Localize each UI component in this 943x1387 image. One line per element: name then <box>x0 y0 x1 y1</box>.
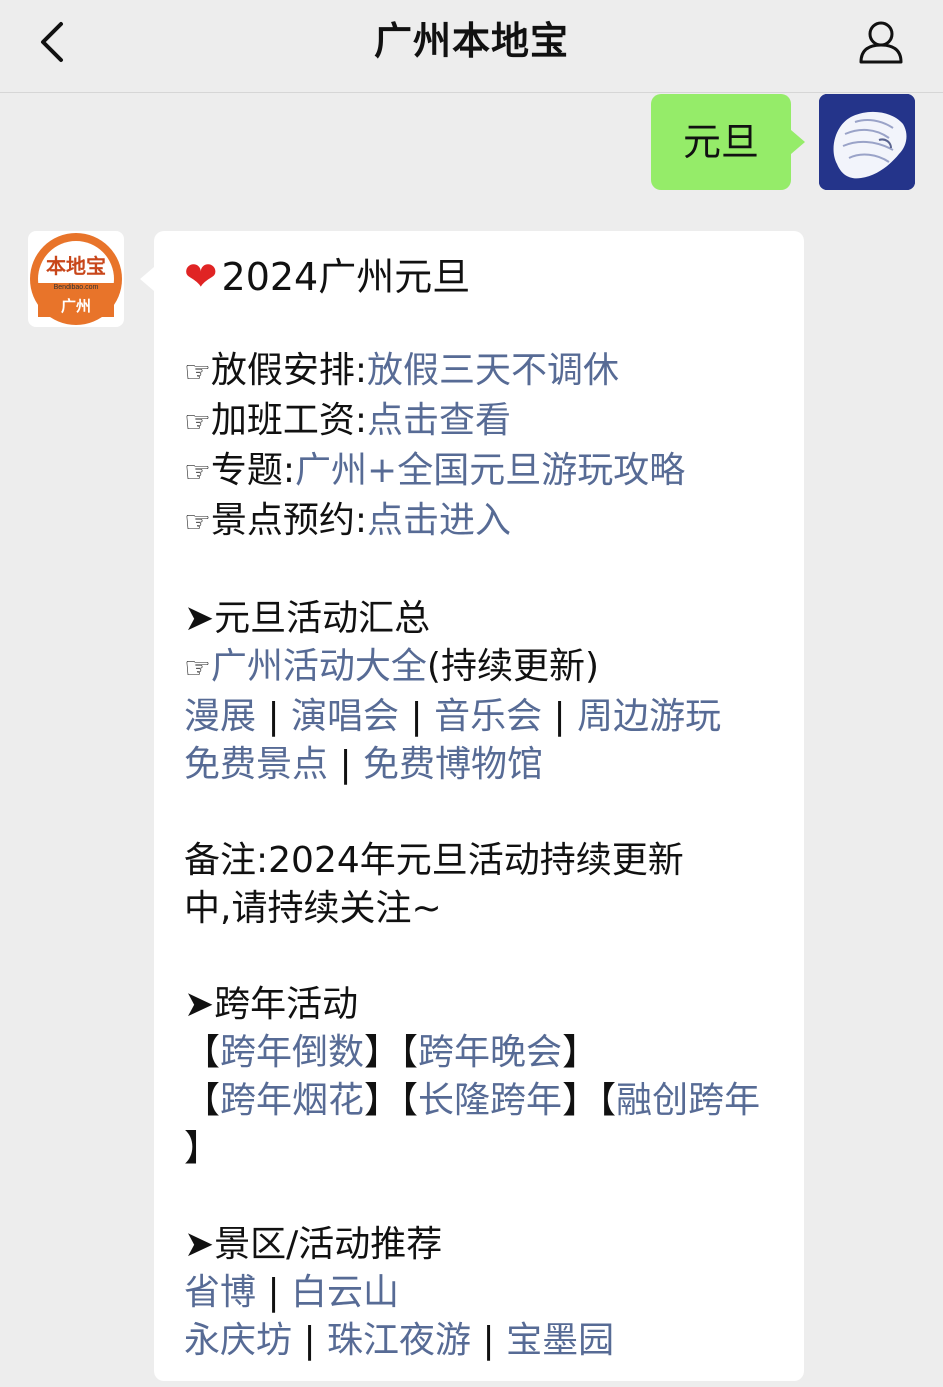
link-free-museums[interactable]: 免费博物馆 <box>363 744 543 785</box>
item-label: 专题: <box>210 450 296 491</box>
recommend-heading: ➤景区/活动推荐 <box>184 1221 784 1269</box>
note-line-2: 中,请持续关注~ <box>184 888 442 929</box>
user-avatar[interactable] <box>819 94 915 190</box>
arrow-icon: ➤ <box>184 1224 215 1265</box>
activities-line: ☞广州活动大全(持续更新) <box>184 643 784 693</box>
item-overtime: ☞加班工资:点击查看 <box>184 397 784 447</box>
chat-screen: 广州本地宝 元旦 本地宝 Bendibao.com 广州 ❤ 2024广州元旦 … <box>0 0 943 1387</box>
message-title: 2024广州元旦 <box>221 255 471 299</box>
link-provincial-museum[interactable]: 省博 <box>184 1272 256 1313</box>
link-chimelong[interactable]: 长隆跨年 <box>418 1080 562 1121</box>
link-fireworks[interactable]: 跨年烟花 <box>220 1080 364 1121</box>
link-free-attractions[interactable]: 免费景点 <box>184 744 328 785</box>
activity-links-row2: 免费景点 | 免费博物馆 <box>184 744 544 785</box>
link-music-concert[interactable]: 音乐会 <box>434 696 542 737</box>
user-avatar-image <box>819 94 915 190</box>
topic-link[interactable]: 广州+全国元旦游玩攻略 <box>295 450 685 491</box>
link-baiyun-mountain[interactable]: 白云山 <box>291 1272 399 1313</box>
item-topic: ☞专题:广州+全国元旦游玩攻略 <box>184 447 784 497</box>
newyear-tail: 】 <box>184 1128 221 1169</box>
pointing-hand-icon: ☞ <box>184 455 211 490</box>
activities-note: (持续更新) <box>426 646 600 687</box>
link-comic-expo[interactable]: 漫展 <box>184 696 256 737</box>
link-nearby-trips[interactable]: 周边游玩 <box>577 696 721 737</box>
heart-icon: ❤ <box>184 254 218 300</box>
newyear-heading: ➤跨年活动 <box>184 981 784 1029</box>
profile-button[interactable] <box>853 14 909 70</box>
newyear-heading-text: 跨年活动 <box>214 984 359 1025</box>
item-label: 景点预约: <box>210 500 368 541</box>
message-title-line: ❤ 2024广州元旦 <box>184 251 784 303</box>
official-account-avatar[interactable]: 本地宝 Bendibao.com 广州 <box>28 231 124 327</box>
nav-header: 广州本地宝 <box>0 0 943 93</box>
bendibao-logo: 本地宝 Bendibao.com 广州 <box>30 233 122 325</box>
link-countdown[interactable]: 跨年倒数 <box>220 1032 364 1073</box>
pointing-hand-icon: ☞ <box>184 405 211 440</box>
link-pearl-river-cruise[interactable]: 珠江夜游 <box>327 1320 471 1361</box>
person-icon <box>859 21 903 64</box>
recommend-heading-text: 景区/活动推荐 <box>214 1224 443 1265</box>
incoming-bubble: ❤ 2024广州元旦 ☞放假安排:放假三天不调休 ☞加班工资:点击查看 ☞专题:广… <box>140 231 804 1381</box>
newyear-links-row1: 【跨年倒数】【跨年晚会】 <box>184 1032 599 1073</box>
page-title: 广州本地宝 <box>373 19 569 63</box>
arrow-icon: ➤ <box>184 984 215 1025</box>
link-yongqingfang[interactable]: 永庆坊 <box>184 1320 292 1361</box>
link-concert[interactable]: 演唱会 <box>291 696 399 737</box>
note-line-1: 备注:2024年元旦活动持续更新 <box>184 840 684 881</box>
svg-text:本地宝: 本地宝 <box>46 254 106 278</box>
activity-links-row1: 漫展 | 演唱会 | 音乐会 | 周边游玩 <box>184 696 722 737</box>
recommend-links-row1: 省博 | 白云山 <box>184 1272 400 1313</box>
link-sunac[interactable]: 融创跨年 <box>616 1080 760 1121</box>
outgoing-message: 元旦 <box>650 94 915 190</box>
summary-heading: ➤元旦活动汇总 <box>184 595 784 643</box>
newyear-links-row2: 【跨年烟花】【长隆跨年】【融创跨年 <box>184 1080 761 1121</box>
arrow-icon: ➤ <box>184 598 215 639</box>
svg-text:广州: 广州 <box>61 297 91 315</box>
pointing-hand-icon: ☞ <box>184 355 211 390</box>
item-reservation: ☞景点预约:点击进入 <box>184 497 784 547</box>
item-label: 放假安排: <box>210 350 368 391</box>
item-label: 加班工资: <box>210 400 368 441</box>
outgoing-bubble[interactable]: 元旦 <box>650 94 806 190</box>
recommend-links-row2: 永庆坊 | 珠江夜游 | 宝墨园 <box>184 1320 615 1361</box>
link-gala[interactable]: 跨年晚会 <box>418 1032 562 1073</box>
holiday-link[interactable]: 放假三天不调休 <box>367 350 619 391</box>
reservation-link[interactable]: 点击进入 <box>367 500 511 541</box>
item-holiday: ☞放假安排:放假三天不调休 <box>184 347 784 397</box>
activities-link[interactable]: 广州活动大全 <box>211 646 427 687</box>
svg-text:Bendibao.com: Bendibao.com <box>54 284 99 291</box>
summary-heading-text: 元旦活动汇总 <box>214 598 431 639</box>
pointing-hand-icon: ☞ <box>184 505 211 540</box>
pointing-hand-icon: ☞ <box>184 651 211 686</box>
link-baomo-garden[interactable]: 宝墨园 <box>506 1320 614 1361</box>
overtime-link[interactable]: 点击查看 <box>367 400 511 441</box>
